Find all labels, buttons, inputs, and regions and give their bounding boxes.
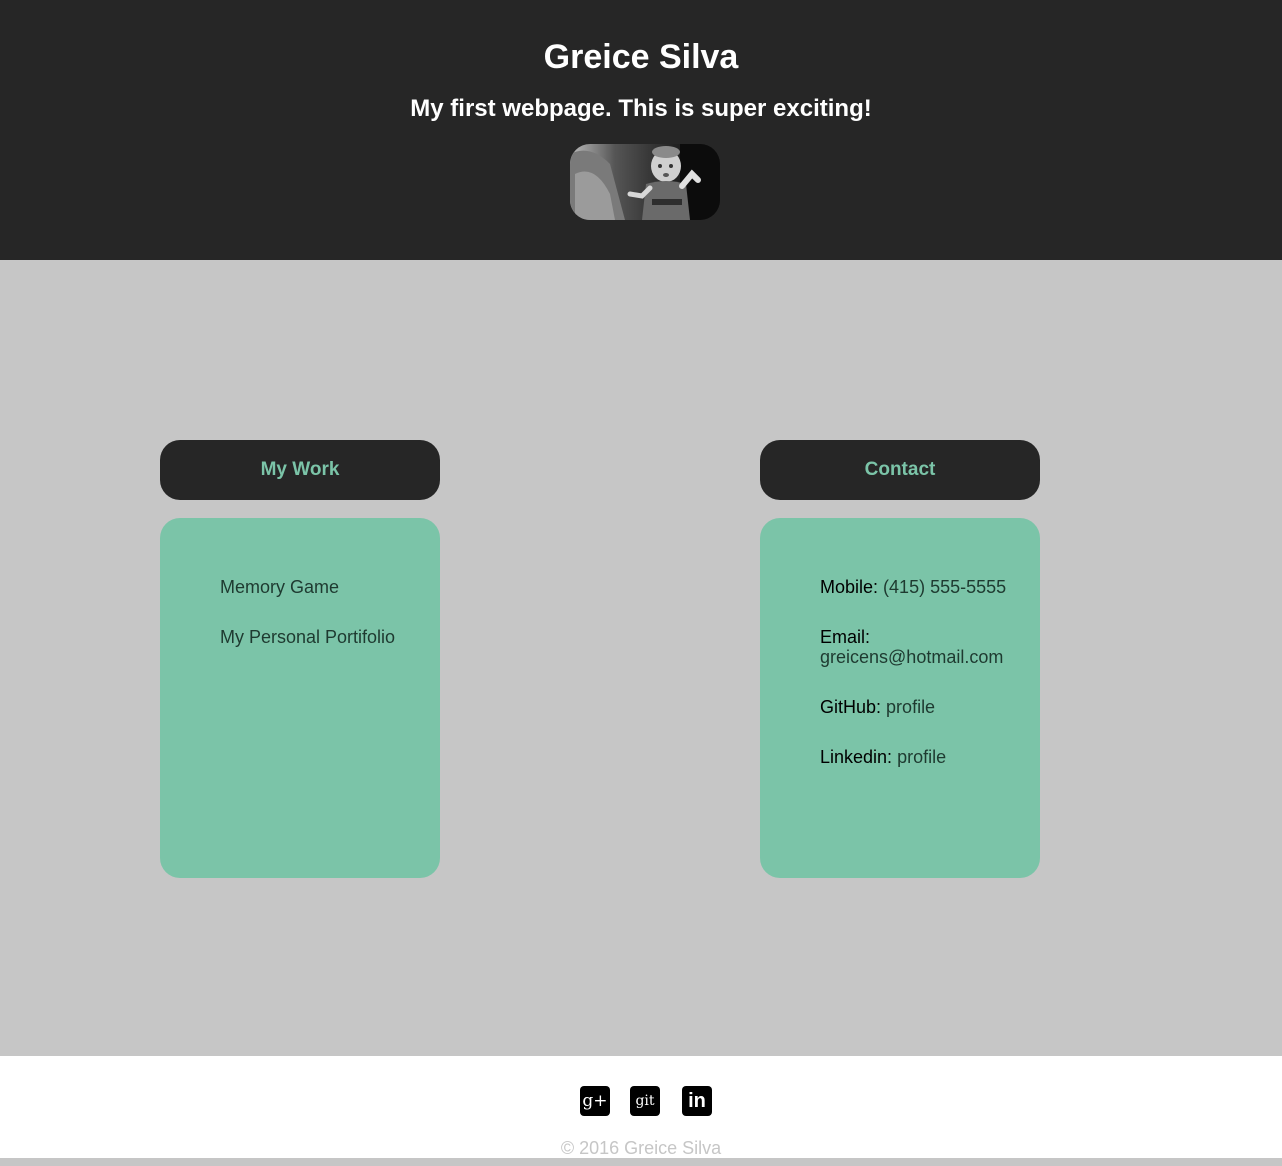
linkedin-profile-link[interactable]: profile xyxy=(897,747,946,767)
my-work-card: Memory Game My Personal Portifolio xyxy=(160,518,440,878)
contact-item-email: Email: greicens@hotmail.com xyxy=(820,627,1020,667)
contact-item-github: GitHub: profile xyxy=(820,697,1020,717)
site-title: Greice Silva xyxy=(543,38,739,76)
avatar xyxy=(570,144,720,220)
contact-label: GitHub: xyxy=(820,697,882,717)
mobile-value: (415) 555-5555 xyxy=(883,577,1007,597)
baby-photo-image xyxy=(570,144,720,220)
contact-heading: Contact xyxy=(760,440,1040,500)
contact-item-mobile: Mobile: (415) 555-5555 xyxy=(820,577,1020,597)
main-content: My Work Memory Game My Personal Portifol… xyxy=(0,260,1282,1056)
my-work-heading: My Work xyxy=(160,440,440,500)
contact-list: Mobile: (415) 555-5555 Email: greicens@h… xyxy=(820,577,1020,797)
linkedin-icon[interactable]: in xyxy=(682,1086,712,1116)
email-link[interactable]: greicens@hotmail.com xyxy=(820,647,1003,667)
footer-bottom-bar xyxy=(0,1158,1282,1166)
github-icon[interactable]: git xyxy=(630,1086,660,1116)
work-link-memory-game[interactable]: Memory Game xyxy=(220,577,420,597)
contact-label: Linkedin: xyxy=(820,747,893,767)
contact-card: Mobile: (415) 555-5555 Email: greicens@h… xyxy=(760,518,1040,878)
contact-item-linkedin: Linkedin: profile xyxy=(820,747,1020,767)
google-plus-icon[interactable]: g+ xyxy=(580,1086,610,1116)
work-link-portfolio[interactable]: My Personal Portifolio xyxy=(220,627,420,647)
work-list: Memory Game My Personal Portifolio xyxy=(220,577,420,677)
copyright-text: © 2016 Greice Silva xyxy=(560,1138,722,1158)
page-header: Greice Silva My first webpage. This is s… xyxy=(0,0,1282,260)
contact-label: Mobile: xyxy=(820,577,879,597)
site-subtitle: My first webpage. This is super exciting… xyxy=(410,95,872,122)
github-profile-link[interactable]: profile xyxy=(886,697,935,717)
contact-label: Email: xyxy=(820,627,871,647)
page-footer: g+ git in © 2016 Greice Silva xyxy=(0,1056,1282,1158)
